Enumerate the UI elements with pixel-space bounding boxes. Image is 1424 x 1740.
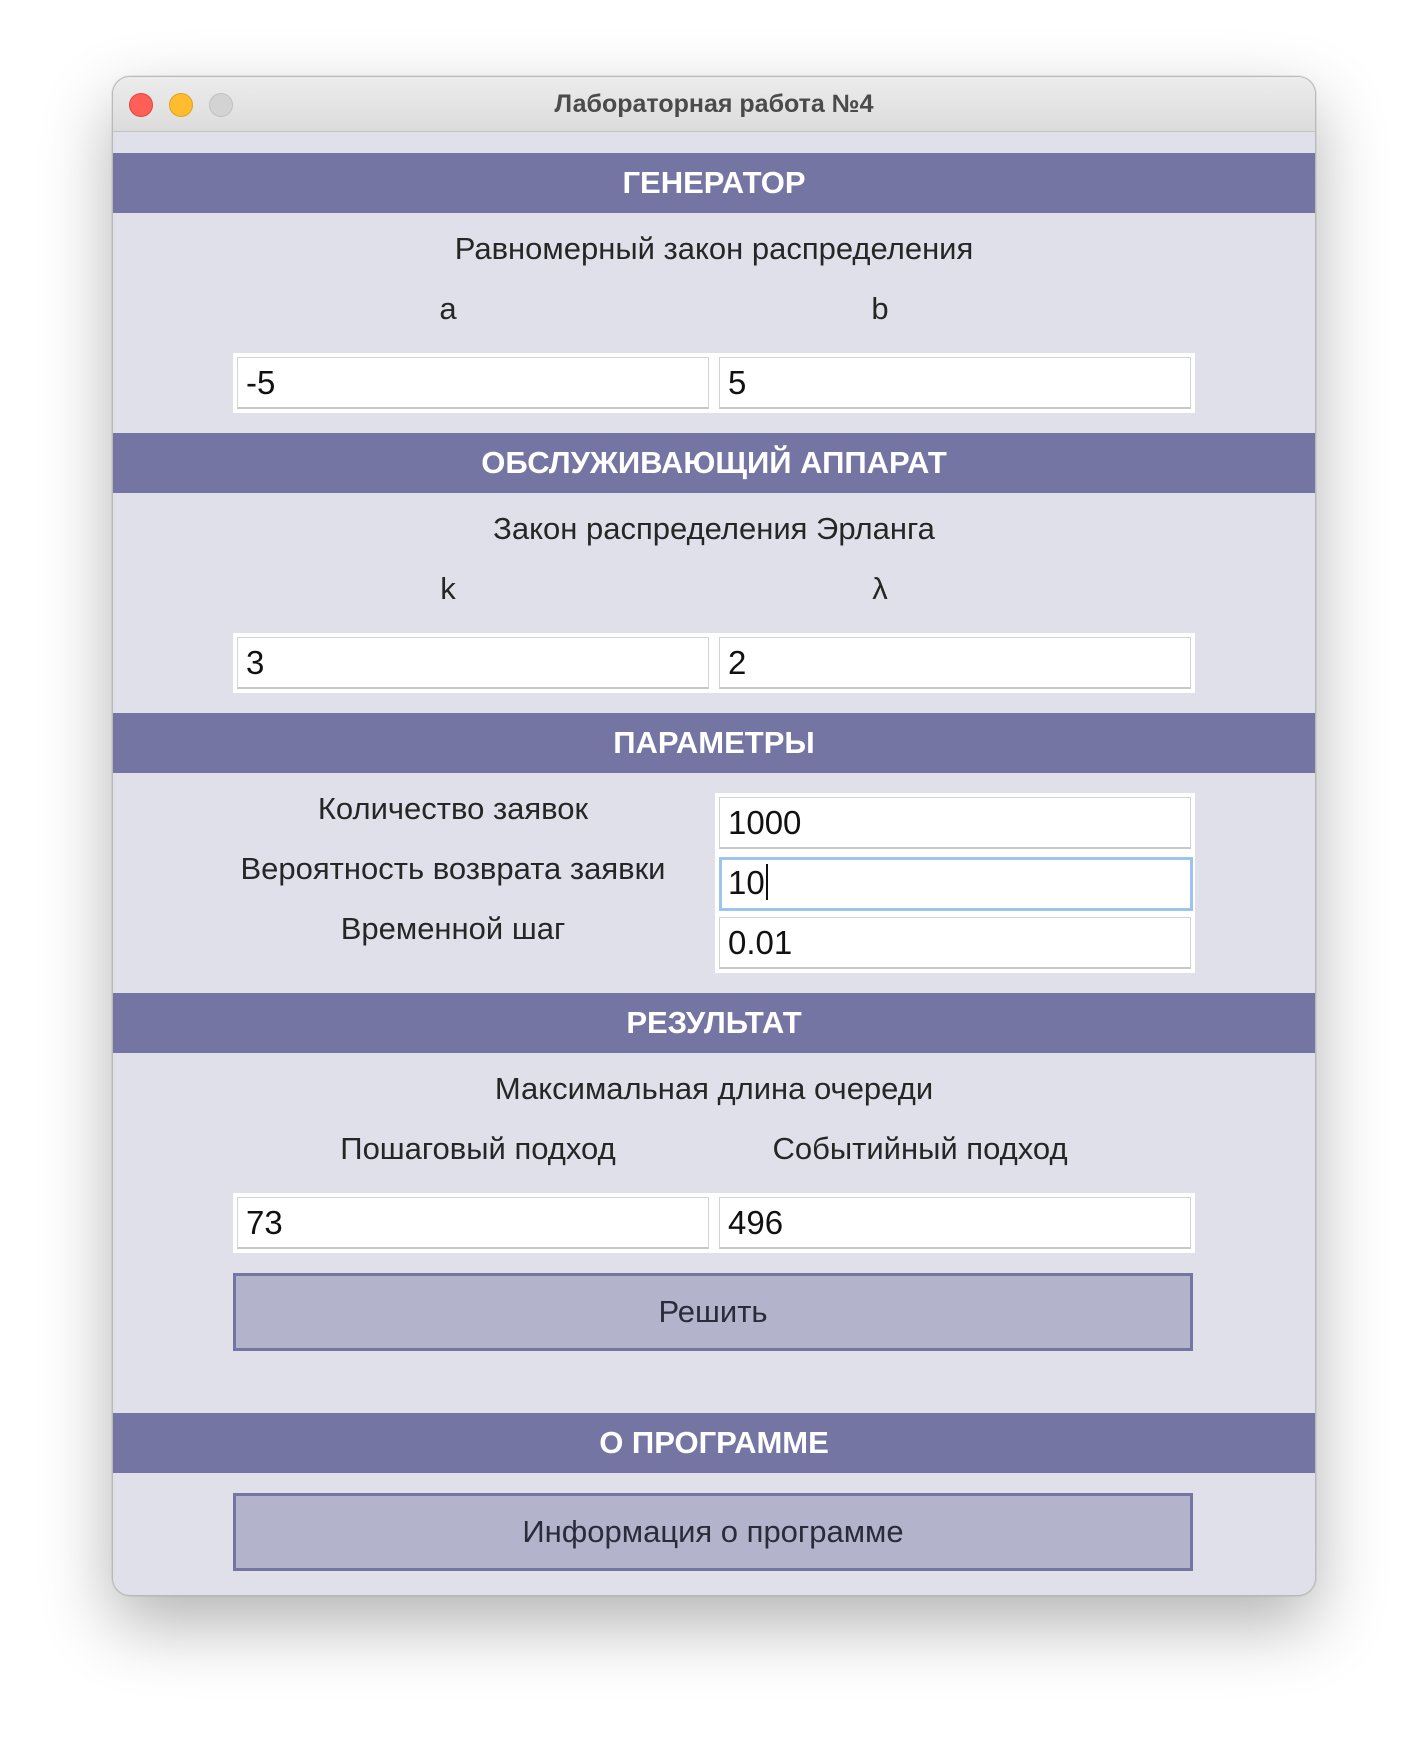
- result-header: РЕЗУЛЬТАТ: [113, 993, 1315, 1053]
- window-title: Лабораторная работа №4: [554, 90, 874, 118]
- time-step-input[interactable]: 0.01: [719, 917, 1191, 969]
- server-law-label: Закон распределения Эрланга: [493, 511, 935, 546]
- params-header: ПАРАМЕТРЫ: [113, 713, 1315, 773]
- param-a-input[interactable]: -5: [237, 357, 709, 409]
- server-header: ОБСЛУЖИВАЮЩИЙ АППАРАТ: [113, 433, 1315, 493]
- title-bar[interactable]: Лабораторная работа №4: [113, 77, 1315, 132]
- requests-count-input[interactable]: 1000: [719, 797, 1191, 849]
- param-b-input[interactable]: 5: [719, 357, 1191, 409]
- param-k-input[interactable]: 3: [237, 637, 709, 689]
- param-a-label: a: [439, 291, 457, 326]
- requests-count-label: Количество заявок: [317, 791, 589, 826]
- param-k-label: k: [440, 571, 456, 606]
- text-caret: [765, 864, 768, 900]
- step-approach-label: Пошаговый подход: [340, 1131, 616, 1166]
- return-probability-label: Вероятность возврата заявки: [240, 851, 666, 886]
- param-b-label: b: [871, 291, 889, 326]
- about-header: О ПРОГРАММЕ: [113, 1413, 1315, 1473]
- step-approach-output[interactable]: 73: [237, 1197, 709, 1249]
- event-approach-label: Событийный подход: [772, 1131, 1068, 1166]
- param-lambda-input[interactable]: 2: [719, 637, 1191, 689]
- time-step-label: Временной шаг: [340, 911, 566, 946]
- event-approach-output[interactable]: 496: [719, 1197, 1191, 1249]
- generator-header: ГЕНЕРАТОР: [113, 153, 1315, 213]
- solve-button[interactable]: Решить: [233, 1273, 1193, 1351]
- max-queue-length-label: Максимальная длина очереди: [494, 1071, 934, 1106]
- generator-law-label: Равномерный закон распределения: [454, 231, 974, 266]
- return-probability-value: 10: [728, 864, 765, 901]
- program-info-button[interactable]: Информация о программе: [233, 1493, 1193, 1571]
- return-probability-input[interactable]: 10: [719, 857, 1193, 911]
- app-window: Лабораторная работа №4 ГЕНЕРАТОР Равноме…: [112, 76, 1316, 1596]
- param-lambda-label: λ: [872, 571, 888, 606]
